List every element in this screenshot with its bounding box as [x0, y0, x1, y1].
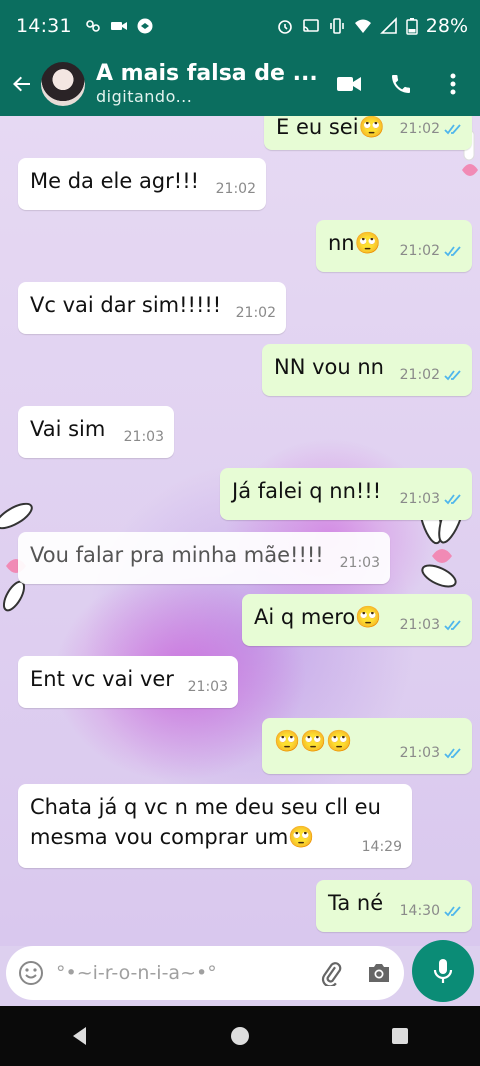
back-arrow-icon[interactable] — [8, 70, 36, 98]
emoji-icon[interactable] — [18, 960, 44, 986]
message-bubble-outgoing[interactable]: Ai q mero🙄 21:03 — [242, 594, 472, 646]
contact-name: A mais falsa de ... — [96, 61, 318, 86]
app-notification-icon — [137, 18, 153, 34]
alarm-icon — [277, 20, 292, 34]
message-meta: 14:29 — [362, 832, 402, 862]
message-meta: 21:02 — [400, 360, 462, 390]
message-input-field[interactable] — [6, 946, 404, 1000]
contact-avatar[interactable] — [40, 61, 86, 107]
message-time: 14:30 — [399, 903, 440, 919]
message-meta: 21:03 — [400, 484, 462, 514]
input-tools — [318, 960, 392, 986]
message-meta: 21:03 — [124, 422, 164, 452]
header-actions — [336, 71, 472, 97]
message-text: Ta né — [328, 891, 384, 915]
more-vert-icon[interactable] — [440, 71, 466, 97]
message-text: Chata já q vc n me deu seu cll eu mesma … — [30, 795, 381, 849]
message-meta: 21:02 — [400, 236, 462, 266]
chat-header: A mais falsa de ... digitando... — [0, 52, 480, 116]
message-meta: 14:30 — [400, 896, 462, 926]
message-text: Ai q mero🙄 — [254, 605, 382, 629]
message-input[interactable] — [54, 961, 308, 985]
message-time: 21:02 — [215, 181, 256, 197]
message-text: Vai sim — [30, 417, 106, 441]
read-ticks-icon — [444, 494, 461, 505]
message-time: 21:03 — [399, 617, 440, 633]
message-bubble-incoming[interactable]: Ent vc vai ver 21:03 — [18, 656, 238, 708]
system-nav-bar — [0, 1006, 480, 1066]
video-call-icon[interactable] — [336, 71, 362, 97]
status-time: 14:31 — [16, 15, 72, 37]
read-ticks-icon — [444, 906, 461, 917]
status-bar: 14:31 28% — [0, 0, 480, 52]
message-meta: 21:02 — [216, 174, 256, 204]
contact-status: digitando... — [96, 87, 193, 106]
message-bubble-incoming[interactable]: Me da ele agr!!! 21:02 — [18, 158, 266, 210]
message-time: 21:02 — [235, 305, 276, 321]
message-bubble-outgoing[interactable]: E eu sei🙄 21:02 — [264, 116, 472, 150]
message-text: Vou falar pra minha mãe!!!! — [30, 543, 324, 567]
message-text: NN vou nn — [274, 355, 384, 379]
nav-home-icon[interactable] — [229, 1025, 251, 1047]
nav-back-icon[interactable] — [69, 1025, 91, 1047]
message-text: Me da ele agr!!! — [30, 169, 200, 193]
message-input-bar — [0, 940, 480, 1006]
read-ticks-icon — [444, 620, 461, 631]
attach-icon[interactable] — [318, 960, 344, 986]
message-time: 21:02 — [399, 121, 440, 137]
message-time: 21:02 — [399, 243, 440, 259]
message-meta: 21:03 — [340, 548, 380, 578]
read-ticks-icon — [444, 246, 461, 257]
message-bubble-incoming[interactable]: Chata já q vc n me deu seu cll eu mesma … — [18, 784, 412, 868]
vibrate-icon — [329, 18, 344, 34]
message-bubble-outgoing[interactable]: Ta né 14:30 — [316, 880, 472, 932]
signal-icon — [379, 17, 397, 34]
battery-percent: 28% — [425, 15, 468, 37]
nav-recents-icon[interactable] — [389, 1025, 411, 1047]
message-time: 21:03 — [399, 745, 440, 761]
message-time: 14:29 — [361, 839, 402, 855]
message-time: 21:03 — [187, 679, 228, 695]
cast-icon — [302, 19, 319, 32]
read-ticks-icon — [444, 124, 461, 135]
message-time: 21:03 — [339, 555, 380, 571]
message-time: 21:03 — [123, 429, 164, 445]
message-meta: 21:03 — [400, 610, 462, 640]
read-ticks-icon — [444, 748, 461, 759]
message-bubble-incoming[interactable]: Vou falar pra minha mãe!!!! 21:03 — [18, 532, 390, 584]
message-text: Vc vai dar sim!!!!! — [30, 293, 222, 317]
mic-icon — [433, 959, 453, 983]
bunny-ears-sticker-icon — [421, 564, 457, 588]
message-meta: 21:02 — [236, 298, 276, 328]
wifi-icon — [354, 19, 371, 33]
message-bubble-outgoing[interactable]: nn🙄 21:02 — [316, 220, 472, 272]
camera-icon[interactable] — [366, 961, 392, 985]
read-ticks-icon — [444, 370, 461, 381]
message-meta: 21:03 — [188, 672, 228, 702]
message-text: nn🙄 — [328, 231, 381, 255]
battery-icon — [406, 18, 418, 35]
message-text: E eu sei🙄 — [276, 116, 385, 139]
message-text: Ent vc vai ver — [30, 667, 174, 691]
message-text: 🙄🙄🙄 — [274, 729, 353, 753]
status-system-icons: 28% — [276, 15, 468, 37]
message-bubble-outgoing[interactable]: 🙄🙄🙄 21:03 — [262, 718, 472, 774]
status-notification-icons — [84, 17, 154, 35]
notification-icon — [85, 20, 100, 32]
chat-area[interactable]: E eu sei🙄 21:02 Me da ele agr!!! 21:02 n… — [0, 116, 480, 946]
message-bubble-outgoing[interactable]: NN vou nn 21:02 — [262, 344, 472, 396]
message-bubble-incoming[interactable]: Vai sim 21:03 — [18, 406, 174, 458]
phone-icon[interactable] — [388, 71, 414, 97]
mic-button[interactable] — [412, 940, 474, 1002]
message-time: 21:02 — [399, 367, 440, 383]
message-time: 21:03 — [399, 491, 440, 507]
contact-info[interactable]: A mais falsa de ... digitando... — [96, 61, 318, 107]
message-text: Já falei q nn!!! — [232, 479, 382, 503]
video-notification-icon — [110, 22, 127, 30]
message-meta: 21:02 — [400, 116, 462, 144]
message-bubble-outgoing[interactable]: Já falei q nn!!! 21:03 — [220, 468, 472, 520]
message-bubble-incoming[interactable]: Vc vai dar sim!!!!! 21:02 — [18, 282, 286, 334]
message-meta: 21:03 — [400, 738, 462, 768]
